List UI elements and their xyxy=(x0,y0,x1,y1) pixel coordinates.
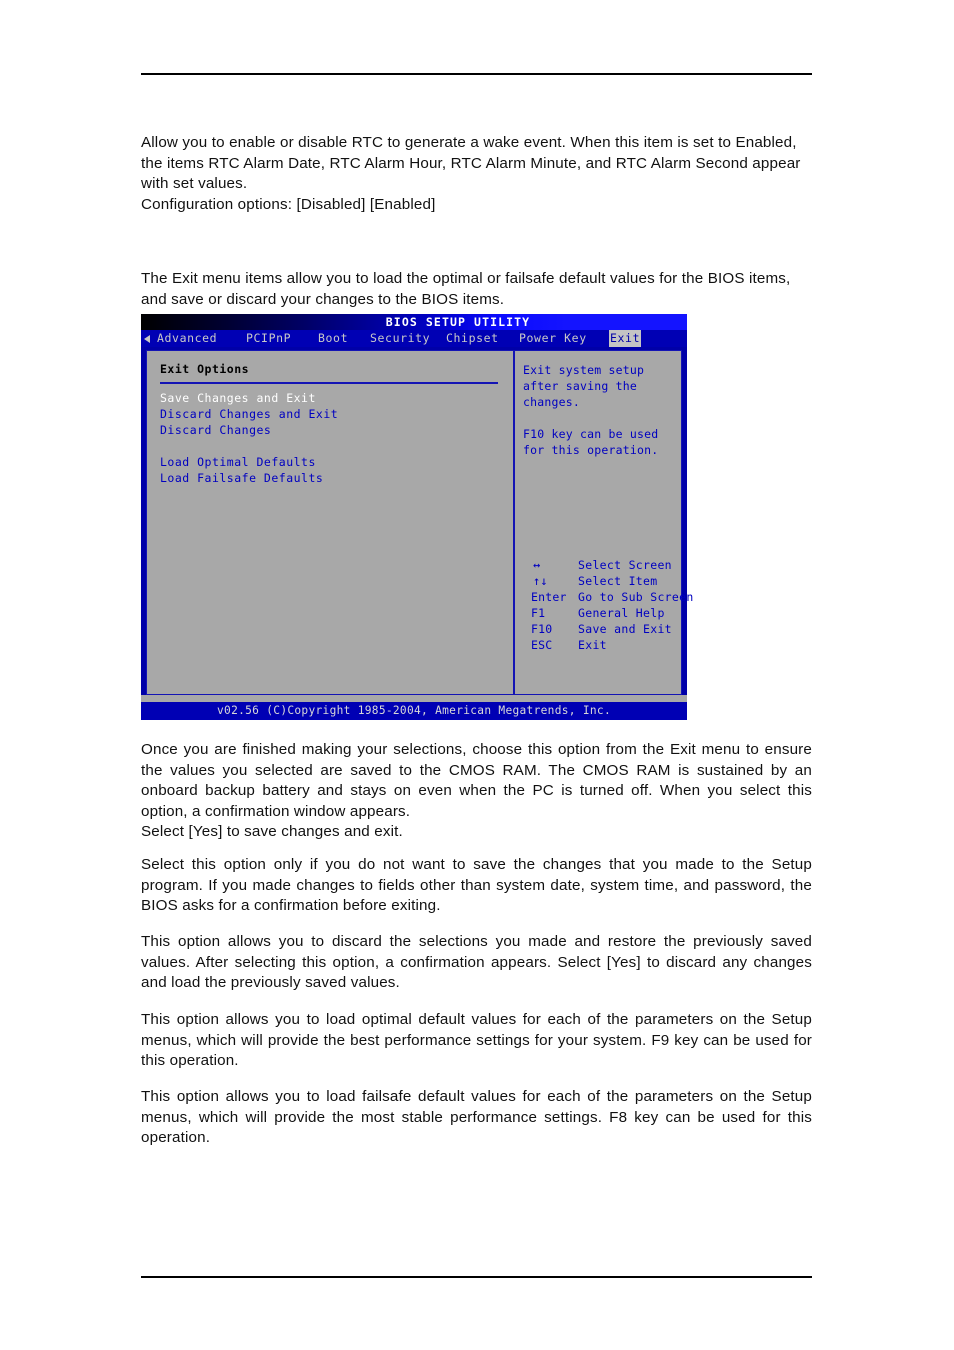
legend-row-esc: ESC Exit xyxy=(523,637,681,653)
menu-item-discard-changes[interactable]: Discard Changes xyxy=(160,423,271,437)
legend-desc-exit: Exit xyxy=(578,638,607,652)
bios-content-area: Exit Options Save Changes and Exit Disca… xyxy=(146,350,693,695)
paragraph-rtc-config-options: Configuration options: [Disabled] [Enabl… xyxy=(141,195,436,213)
paragraph-discard-changes: This option allows you to discard the se… xyxy=(141,933,812,992)
bios-footer-spacer xyxy=(141,695,687,702)
paragraph-rtc-wake-event: Allow you to enable or disable RTC to ge… xyxy=(141,133,812,215)
legend-desc-save-and-exit: Save and Exit xyxy=(578,622,672,636)
legend-row-f10: F10 Save and Exit xyxy=(523,621,681,637)
legend-key-f1: F1 xyxy=(531,606,546,620)
bios-menu-bar: Advanced PCIPnP Boot Security Chipset Po… xyxy=(141,330,687,347)
paragraph-save-changes-text: Once you are finished making your select… xyxy=(141,741,812,820)
menu-item-load-failsafe-defaults[interactable]: Load Failsafe Defaults xyxy=(160,471,323,485)
legend-row-enter: Enter Go to Sub Screen xyxy=(523,589,693,605)
up-down-arrow-icon: ↑↓ xyxy=(533,574,548,588)
bios-left-panel: Exit Options Save Changes and Exit Disca… xyxy=(147,351,513,694)
legend-desc-general-help: General Help xyxy=(578,606,665,620)
footer-rule xyxy=(141,1276,812,1278)
bios-tab-chipset[interactable]: Chipset xyxy=(446,330,499,347)
bios-tab-exit[interactable]: Exit xyxy=(609,330,642,347)
legend-row-f1: F1 General Help xyxy=(523,605,681,621)
paragraph-discard-changes-and-exit: Select this option only if you do not wa… xyxy=(141,856,812,915)
help-text-secondary: F10 key can be used for this operation. xyxy=(523,427,659,457)
legend-row-select-screen: ↔ Select Screen xyxy=(523,557,681,573)
legend-desc-go-to-sub-screen: Go to Sub Screen xyxy=(578,590,694,604)
paragraph-rtc-wake-event-text: Allow you to enable or disable RTC to ge… xyxy=(141,134,801,193)
scroll-left-arrow-icon[interactable] xyxy=(144,335,150,343)
paragraph-load-optimal-defaults: This option allows you to load optimal d… xyxy=(141,1011,812,1070)
legend-key-enter: Enter xyxy=(531,590,567,604)
bios-title-bar: BIOS SETUP UTILITY xyxy=(141,314,687,330)
bios-setup-screenshot: BIOS SETUP UTILITY Advanced PCIPnP Boot … xyxy=(141,314,693,720)
left-right-arrow-icon: ↔ xyxy=(533,558,541,572)
menu-item-save-changes-and-exit[interactable]: Save Changes and Exit xyxy=(160,391,316,405)
bios-title: BIOS SETUP UTILITY xyxy=(385,315,531,329)
paragraph-save-changes: Once you are finished making your select… xyxy=(141,740,812,843)
menu-item-load-optimal-defaults[interactable]: Load Optimal Defaults xyxy=(160,455,316,469)
bios-key-legend: ↔ Select Screen ↑↓ Select Item Enter Go … xyxy=(523,557,693,653)
panel-divider xyxy=(513,351,515,694)
menu-item-discard-changes-and-exit[interactable]: Discard Changes and Exit xyxy=(160,407,338,421)
legend-desc-select-item: Select Item xyxy=(578,574,658,588)
exit-options-underline xyxy=(160,382,498,384)
bios-tab-boot[interactable]: Boot xyxy=(318,330,348,347)
paragraph-load-failsafe-defaults: This option allows you to load failsafe … xyxy=(141,1088,812,1147)
bios-copyright-footer: v02.56 (C)Copyright 1985-2004, American … xyxy=(141,702,687,720)
bios-tab-advanced[interactable]: Advanced xyxy=(157,330,217,347)
exit-options-heading: Exit Options xyxy=(160,362,250,376)
bios-help-panel: Exit system setup after saving the chang… xyxy=(517,351,693,694)
header-rule xyxy=(141,73,812,75)
legend-key-f10: F10 xyxy=(531,622,553,636)
paragraph-exit-menu-intro: The Exit menu items allow you to load th… xyxy=(141,270,791,308)
paragraph-save-changes-tail: Select [Yes] to save changes and exit. xyxy=(141,823,403,841)
legend-row-select-item: ↑↓ Select Item xyxy=(523,573,681,589)
help-text-primary: Exit system setup after saving the chang… xyxy=(523,363,645,409)
bios-tab-power-key[interactable]: Power Key xyxy=(519,330,587,347)
bios-tab-security[interactable]: Security xyxy=(370,330,430,347)
legend-desc-select-screen: Select Screen xyxy=(578,558,672,572)
legend-key-esc: ESC xyxy=(531,638,553,652)
document-page: Allow you to enable or disable RTC to ge… xyxy=(0,0,954,1350)
bios-tab-pcipnp[interactable]: PCIPnP xyxy=(246,330,291,347)
